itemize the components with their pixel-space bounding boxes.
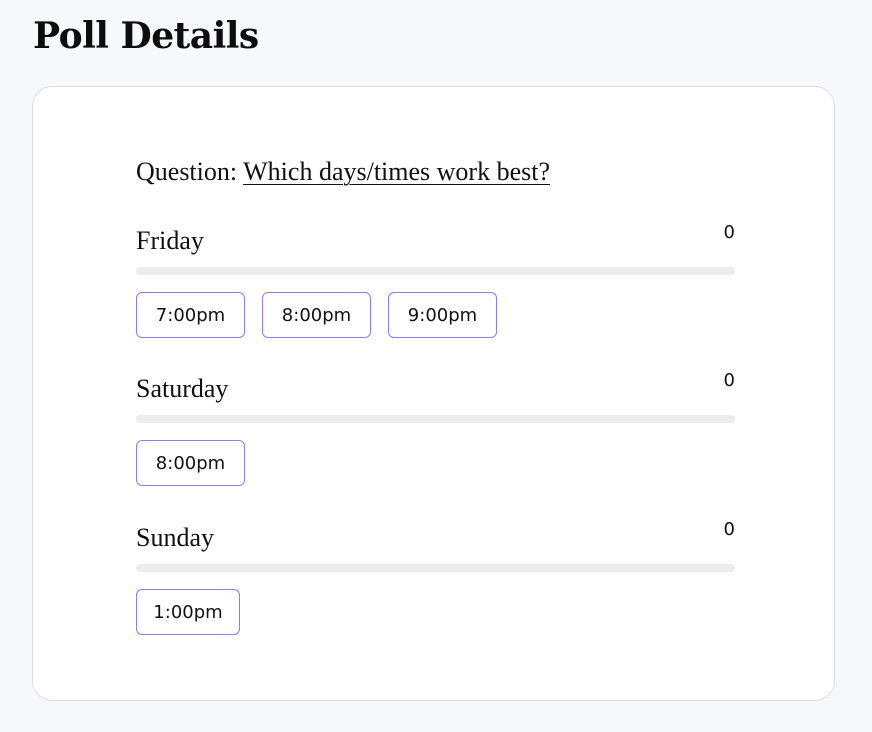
- option-header: Friday 0: [136, 222, 735, 258]
- time-slot-button[interactable]: 8:00pm: [136, 440, 245, 486]
- time-slot-list: 8:00pm: [136, 440, 245, 486]
- poll-card: Question: Which days/times work best? Fr…: [32, 86, 835, 701]
- time-slot-button[interactable]: 1:00pm: [136, 589, 240, 635]
- vote-progress-bar: [136, 415, 735, 423]
- vote-progress-bar: [136, 564, 735, 572]
- option-day-label: Friday: [136, 226, 204, 255]
- time-slot-button[interactable]: 9:00pm: [388, 292, 497, 338]
- poll-option-saturday: Saturday 0 8:00pm: [136, 370, 735, 486]
- poll-option-sunday: Sunday 0 1:00pm: [136, 519, 735, 635]
- time-slot-list: 7:00pm 8:00pm 9:00pm: [136, 292, 497, 338]
- poll-question: Question: Which days/times work best?: [136, 155, 550, 189]
- vote-count: 0: [723, 222, 735, 243]
- option-header: Sunday 0: [136, 519, 735, 555]
- option-day-label: Sunday: [136, 523, 214, 552]
- vote-count: 0: [723, 519, 735, 540]
- time-slot-button[interactable]: 7:00pm: [136, 292, 245, 338]
- vote-progress-bar: [136, 267, 735, 275]
- option-day-label: Saturday: [136, 374, 229, 403]
- time-slot-list: 1:00pm: [136, 589, 240, 635]
- page-title: Poll Details: [33, 15, 259, 57]
- time-slot-button[interactable]: 8:00pm: [262, 292, 371, 338]
- question-link[interactable]: Which days/times work best?: [243, 157, 550, 186]
- question-label: Question:: [136, 157, 244, 186]
- vote-count: 0: [723, 370, 735, 391]
- poll-option-friday: Friday 0 7:00pm 8:00pm 9:00pm: [136, 222, 735, 338]
- option-header: Saturday 0: [136, 370, 735, 406]
